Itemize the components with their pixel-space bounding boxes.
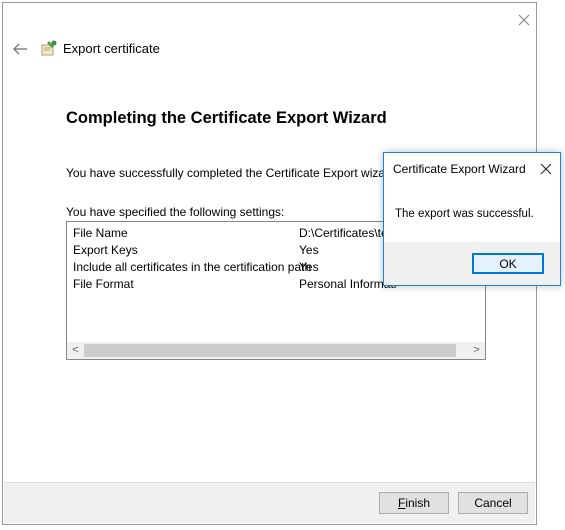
dialog-title: Certificate Export Wizard xyxy=(393,162,526,176)
wizard-nav-title: Export certificate xyxy=(63,41,160,56)
setting-key: File Format xyxy=(73,277,134,291)
scroll-left-icon[interactable]: < xyxy=(67,342,84,359)
scroll-right-icon[interactable]: > xyxy=(468,342,485,359)
dialog-message: The export was successful. xyxy=(395,208,534,220)
back-arrow-icon[interactable] xyxy=(11,41,29,57)
cancel-button[interactable]: Cancel xyxy=(458,492,528,514)
success-message: You have successfully completed the Cert… xyxy=(66,166,400,180)
ok-button[interactable]: OK xyxy=(472,253,544,274)
finish-label-rest: inish xyxy=(405,496,431,510)
certificate-icon xyxy=(41,40,57,56)
close-icon[interactable] xyxy=(515,11,533,29)
settings-label: You have specified the following setting… xyxy=(66,205,285,219)
finish-button[interactable]: Finish xyxy=(379,492,449,514)
wizard-footer: Finish Cancel xyxy=(4,482,535,523)
setting-key: File Name xyxy=(73,226,128,240)
setting-key: Export Keys xyxy=(73,243,138,257)
setting-value: D:\Certificates\te xyxy=(299,226,388,240)
horizontal-scrollbar[interactable]: < > xyxy=(67,342,485,359)
finish-mnemonic: F xyxy=(397,496,406,510)
page-title: Completing the Certificate Export Wizard xyxy=(66,109,387,127)
dialog-footer: OK xyxy=(384,242,560,285)
setting-value: Personal Informati xyxy=(299,277,397,291)
setting-value: Yes xyxy=(299,260,319,274)
export-success-dialog: Certificate Export Wizard The export was… xyxy=(383,152,561,286)
setting-key: Include all certificates in the certific… xyxy=(73,260,312,274)
dialog-close-icon[interactable] xyxy=(539,162,553,176)
scrollbar-thumb[interactable] xyxy=(84,344,456,357)
setting-value: Yes xyxy=(299,243,319,257)
